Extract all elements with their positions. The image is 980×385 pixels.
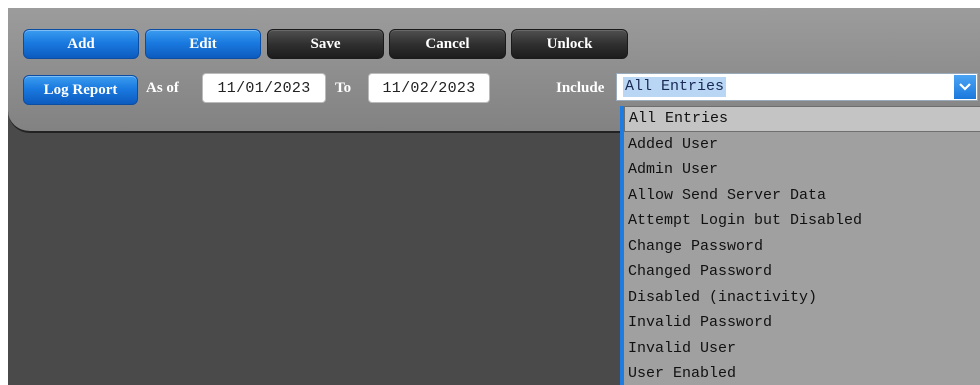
- dropdown-option-changed-password[interactable]: Changed Password: [624, 259, 980, 285]
- dropdown-option-attempt-login-but-disabled[interactable]: Attempt Login but Disabled: [624, 208, 980, 234]
- dropdown-option-added-user[interactable]: Added User: [624, 132, 980, 158]
- log-report-button[interactable]: Log Report: [23, 75, 138, 105]
- edit-button[interactable]: Edit: [145, 29, 261, 59]
- include-dropdown-list: All Entries Added User Admin User Allow …: [620, 106, 980, 385]
- include-select[interactable]: All Entries: [616, 73, 978, 101]
- dropdown-option-admin-user[interactable]: Admin User: [624, 157, 980, 183]
- dropdown-option-invalid-user[interactable]: Invalid User: [624, 336, 980, 362]
- dropdown-option-all-entries[interactable]: All Entries: [624, 106, 980, 132]
- include-select-value: All Entries: [623, 77, 727, 97]
- app-window: Add Edit Save Cancel Unlock Log Report A…: [8, 8, 980, 385]
- save-button[interactable]: Save: [267, 29, 384, 59]
- dropdown-option-invalid-password[interactable]: Invalid Password: [624, 310, 980, 336]
- include-label: Include: [556, 80, 605, 96]
- dropdown-option-disabled-inactivity[interactable]: Disabled (inactivity): [624, 285, 980, 311]
- dropdown-option-change-password[interactable]: Change Password: [624, 234, 980, 260]
- as-of-label: As of: [146, 80, 179, 96]
- chevron-down-icon[interactable]: [954, 75, 976, 99]
- from-date-input[interactable]: 11/01/2023: [202, 73, 326, 103]
- to-label: To: [335, 80, 352, 96]
- unlock-button[interactable]: Unlock: [511, 29, 628, 59]
- to-date-input[interactable]: 11/02/2023: [368, 73, 490, 103]
- cancel-button[interactable]: Cancel: [389, 29, 506, 59]
- dropdown-option-allow-send-server-data[interactable]: Allow Send Server Data: [624, 183, 980, 209]
- dropdown-option-user-enabled[interactable]: User Enabled: [624, 361, 980, 385]
- add-button[interactable]: Add: [23, 29, 139, 59]
